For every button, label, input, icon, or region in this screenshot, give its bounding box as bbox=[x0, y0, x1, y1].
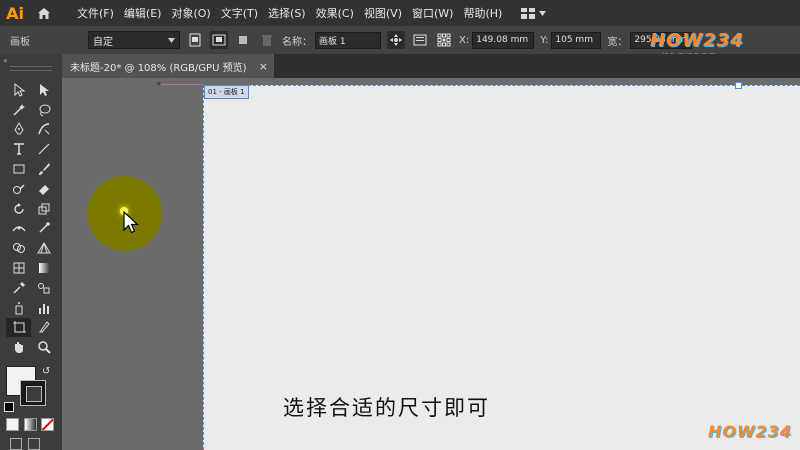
mesh-tool-icon[interactable] bbox=[6, 258, 31, 278]
artboard-tool-icon[interactable] bbox=[6, 317, 31, 338]
rectangle-tool-icon[interactable] bbox=[6, 159, 31, 179]
menu-select[interactable]: 选择(S) bbox=[263, 5, 311, 21]
curvature-tool-icon[interactable] bbox=[31, 120, 56, 140]
menu-effect[interactable]: 效果(C) bbox=[311, 5, 359, 21]
artboard-name-field[interactable]: 画板 1 bbox=[315, 31, 381, 49]
x-value: 149.08 mm bbox=[476, 35, 529, 45]
menu-object[interactable]: 对象(O) bbox=[166, 5, 215, 21]
screen-mode-icon[interactable] bbox=[28, 438, 40, 450]
y-field[interactable]: 105 mm bbox=[551, 31, 602, 49]
scale-tool-icon[interactable] bbox=[31, 199, 56, 219]
artboard-label[interactable]: 01 - 画板 1 bbox=[204, 85, 249, 99]
x-label: X: bbox=[459, 34, 470, 46]
workspace-switcher[interactable] bbox=[521, 7, 547, 19]
pen-tool-icon[interactable] bbox=[6, 120, 31, 140]
landscape-orientation-icon[interactable] bbox=[210, 31, 228, 49]
swap-fill-stroke-icon[interactable]: ↺ bbox=[42, 366, 50, 377]
artboard-name-value: 画板 1 bbox=[319, 36, 346, 47]
grid-layout-icon bbox=[521, 7, 536, 19]
chevron-down-icon bbox=[539, 10, 547, 16]
shaper-tool-icon[interactable] bbox=[6, 179, 31, 199]
move-copy-artwork-icon[interactable] bbox=[387, 31, 405, 49]
gradient-tool-icon[interactable] bbox=[31, 258, 56, 278]
slice-tool-icon[interactable] bbox=[31, 318, 56, 338]
selection-tool-icon[interactable] bbox=[6, 80, 31, 100]
line-segment-tool-icon[interactable] bbox=[31, 139, 56, 159]
zoom-tool-icon[interactable] bbox=[31, 337, 56, 357]
default-colors-icon[interactable] bbox=[4, 402, 14, 412]
name-label: 名称： bbox=[282, 36, 312, 48]
magic-wand-tool-icon[interactable] bbox=[6, 100, 31, 120]
home-icon[interactable] bbox=[30, 0, 58, 26]
new-artboard-icon[interactable] bbox=[234, 31, 252, 49]
menu-window[interactable]: 窗口(W) bbox=[407, 5, 458, 21]
color-mode-icon[interactable] bbox=[6, 418, 19, 431]
column-graph-tool-icon[interactable] bbox=[31, 298, 56, 318]
menu-help[interactable]: 帮助(H) bbox=[458, 5, 507, 21]
menu-bar: Ai 文件(F) 编辑(E) 对象(O) 文字(T) 选择(S) 效果(C) 视… bbox=[0, 0, 800, 26]
symbol-sprayer-tool-icon[interactable] bbox=[6, 298, 31, 318]
direct-selection-tool-icon[interactable] bbox=[31, 80, 56, 100]
portrait-orientation-icon[interactable] bbox=[186, 31, 204, 49]
blend-tool-icon[interactable] bbox=[31, 278, 56, 298]
perspective-grid-tool-icon[interactable] bbox=[31, 238, 56, 258]
chevron-down-icon bbox=[168, 37, 175, 43]
panel-grip[interactable] bbox=[10, 66, 52, 71]
eraser-tool-icon[interactable] bbox=[31, 179, 56, 199]
paintbrush-tool-icon[interactable] bbox=[31, 159, 56, 179]
gradient-mode-icon[interactable] bbox=[24, 418, 37, 431]
mouse-cursor-icon bbox=[123, 211, 139, 234]
hand-tool-icon[interactable] bbox=[6, 337, 31, 357]
pasteboard-left-edge bbox=[158, 84, 203, 85]
close-icon[interactable]: × bbox=[259, 60, 268, 73]
menu-file[interactable]: 文件(F) bbox=[72, 5, 119, 21]
artboard-options-icon[interactable] bbox=[411, 31, 429, 49]
stroke-swatch[interactable] bbox=[20, 380, 46, 406]
app-logo: Ai bbox=[6, 3, 24, 23]
draw-mode-icon[interactable] bbox=[10, 438, 22, 450]
watermark-text: HOW234 bbox=[650, 30, 744, 51]
rotate-tool-icon[interactable] bbox=[6, 199, 31, 219]
lasso-tool-icon[interactable] bbox=[31, 100, 56, 120]
preset-select[interactable]: 自定 bbox=[88, 31, 180, 49]
panel-collapse-icon[interactable]: « bbox=[3, 56, 8, 65]
main-menu: 文件(F) 编辑(E) 对象(O) 文字(T) 选择(S) 效果(C) 视图(V… bbox=[72, 5, 507, 21]
y-value: 105 mm bbox=[555, 35, 593, 45]
preset-value: 自定 bbox=[93, 36, 113, 48]
menu-type[interactable]: 文字(T) bbox=[216, 5, 263, 21]
context-label: 画板 bbox=[10, 36, 30, 48]
artboard-top-handle[interactable] bbox=[735, 82, 742, 89]
none-mode-icon[interactable] bbox=[41, 418, 54, 431]
width-tool-icon[interactable] bbox=[6, 219, 31, 239]
y-label: Y: bbox=[540, 34, 549, 46]
none-slash bbox=[42, 419, 53, 430]
document-tab[interactable]: 未标题-20* @ 108% (RGB/GPU 预览) × bbox=[62, 54, 274, 78]
tool-grid bbox=[6, 80, 56, 357]
menu-edit[interactable]: 编辑(E) bbox=[119, 5, 167, 21]
watermark-logo-bottom: HOW234 bbox=[708, 422, 793, 441]
document-tab-bar: 未标题-20* @ 108% (RGB/GPU 预览) × bbox=[62, 54, 800, 78]
subtitle-caption: 选择合适的尺寸即可 bbox=[283, 396, 490, 420]
stroke-swatch-inner bbox=[26, 386, 42, 402]
type-tool-icon[interactable] bbox=[6, 139, 31, 159]
pasteboard-mark: × bbox=[156, 80, 162, 88]
w-label: 宽： bbox=[607, 36, 628, 48]
shape-builder-tool-icon[interactable] bbox=[6, 238, 31, 258]
reference-point-icon[interactable] bbox=[435, 31, 453, 49]
tools-panel: « ↺ bbox=[0, 54, 63, 450]
eyedropper-tool-icon[interactable] bbox=[6, 278, 31, 298]
x-field[interactable]: 149.08 mm bbox=[472, 31, 535, 49]
document-tab-title: 未标题-20* @ 108% (RGB/GPU 预览) bbox=[70, 62, 247, 74]
delete-artboard-icon[interactable] bbox=[258, 31, 276, 49]
menu-view[interactable]: 视图(V) bbox=[359, 5, 407, 21]
puppet-warp-tool-icon[interactable] bbox=[31, 219, 56, 239]
